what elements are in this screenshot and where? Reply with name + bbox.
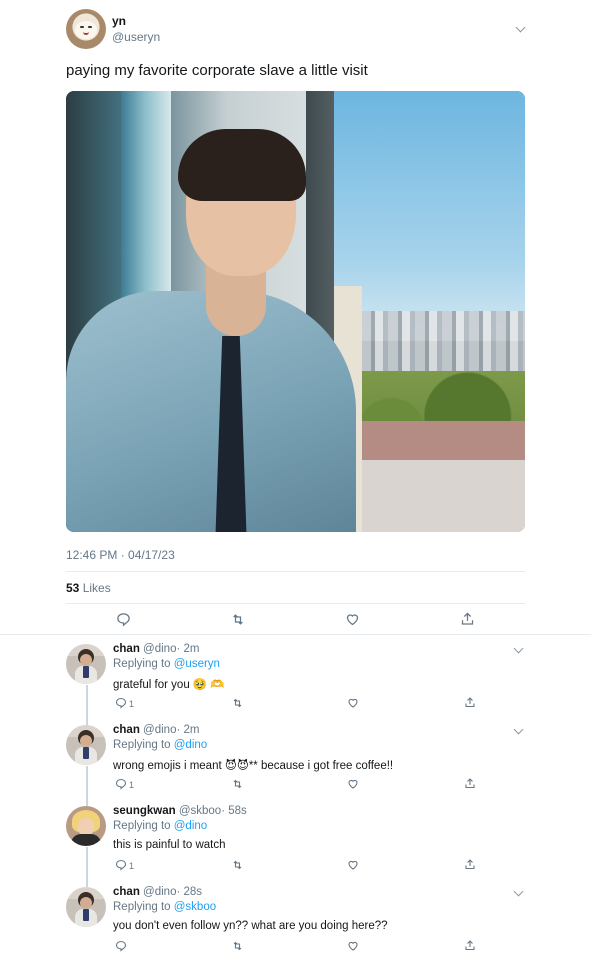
author-name[interactable]: chan bbox=[113, 643, 140, 655]
avatar[interactable] bbox=[66, 725, 106, 765]
share-icon[interactable] bbox=[464, 858, 476, 871]
avatar[interactable] bbox=[66, 806, 106, 846]
chevron-down-icon[interactable] bbox=[513, 886, 524, 897]
like-icon[interactable] bbox=[345, 612, 360, 627]
likes-number: 53 bbox=[66, 581, 80, 595]
replying-to: Replying to @dino bbox=[113, 739, 207, 751]
author-handle[interactable]: @dino bbox=[143, 886, 176, 898]
chevron-down-icon[interactable] bbox=[513, 724, 524, 735]
avatar[interactable] bbox=[66, 887, 106, 927]
thread-line bbox=[86, 847, 88, 887]
replying-prefix: Replying to bbox=[113, 739, 171, 751]
author-name[interactable]: chan bbox=[113, 886, 140, 898]
reply-icon[interactable] bbox=[115, 697, 127, 709]
likes-label: Likes bbox=[82, 581, 111, 595]
share-icon[interactable] bbox=[464, 939, 476, 952]
replying-link[interactable]: @useryn bbox=[174, 658, 220, 670]
replying-link[interactable]: @dino bbox=[174, 820, 207, 832]
replying-prefix: Replying to bbox=[113, 901, 171, 913]
avatar[interactable] bbox=[66, 9, 106, 49]
reply-header: seungkwan @skboo· 58s bbox=[113, 805, 247, 817]
tweet-text: paying my favorite corporate slave a lit… bbox=[66, 62, 368, 79]
author-handle[interactable]: @skboo bbox=[179, 805, 221, 817]
reply-time[interactable]: · 2m bbox=[176, 643, 199, 655]
replying-to: Replying to @dino bbox=[113, 820, 207, 832]
share-icon[interactable] bbox=[464, 777, 476, 790]
reply-time[interactable]: · 28s bbox=[176, 886, 202, 898]
author-handle[interactable]: @useryn bbox=[112, 30, 160, 44]
section-divider bbox=[0, 634, 591, 635]
replying-link[interactable]: @dino bbox=[174, 739, 207, 751]
divider bbox=[66, 603, 525, 604]
retweet-icon[interactable] bbox=[231, 778, 244, 790]
share-icon[interactable] bbox=[464, 696, 476, 709]
reply-header: chan @dino· 2m bbox=[113, 724, 199, 736]
replying-to: Replying to @useryn bbox=[113, 658, 220, 670]
reply-icon[interactable] bbox=[115, 859, 127, 871]
reply-time[interactable]: · 58s bbox=[221, 805, 247, 817]
reply-header: chan @dino· 2m bbox=[113, 643, 199, 655]
like-icon[interactable] bbox=[347, 859, 359, 871]
like-icon[interactable] bbox=[347, 940, 359, 952]
author-handle[interactable]: @dino bbox=[143, 643, 176, 655]
replying-to: Replying to @skboo bbox=[113, 901, 216, 913]
chevron-down-icon[interactable] bbox=[515, 22, 526, 33]
tweet-photo[interactable] bbox=[66, 91, 525, 532]
reply-icon[interactable] bbox=[115, 940, 127, 952]
reply-text: you don't even follow yn?? what are you … bbox=[113, 920, 388, 932]
author-name[interactable]: seungkwan bbox=[113, 805, 176, 817]
reply-icon[interactable] bbox=[116, 612, 131, 627]
retweet-icon[interactable] bbox=[230, 612, 246, 627]
thread-line bbox=[86, 766, 88, 806]
replying-prefix: Replying to bbox=[113, 820, 171, 832]
divider bbox=[66, 571, 525, 572]
author-name[interactable]: chan bbox=[113, 724, 140, 736]
reply-time[interactable]: · 2m bbox=[176, 724, 199, 736]
reply-text: wrong emojis i meant 😈😈** because i got … bbox=[113, 760, 394, 772]
replying-prefix: Replying to bbox=[113, 658, 171, 670]
reply-count: 1 bbox=[129, 699, 135, 709]
reply-icon[interactable] bbox=[115, 778, 127, 790]
reply-header: chan @dino· 28s bbox=[113, 886, 202, 898]
reply-count: 1 bbox=[129, 861, 135, 871]
likes-count[interactable]: 53 Likes bbox=[66, 581, 111, 595]
retweet-icon[interactable] bbox=[231, 697, 244, 709]
tweet-timestamp[interactable]: 12:46 PM · 04/17/23 bbox=[66, 548, 175, 562]
like-icon[interactable] bbox=[347, 778, 359, 790]
like-icon[interactable] bbox=[347, 697, 359, 709]
author-handle[interactable]: @dino bbox=[143, 724, 176, 736]
replying-link[interactable]: @skboo bbox=[174, 901, 216, 913]
thread-line bbox=[86, 685, 88, 725]
retweet-icon[interactable] bbox=[231, 859, 244, 871]
avatar[interactable] bbox=[66, 644, 106, 684]
author-name[interactable]: yn bbox=[112, 14, 126, 28]
share-icon[interactable] bbox=[460, 611, 475, 627]
retweet-icon[interactable] bbox=[231, 940, 244, 952]
reply-text: this is painful to watch bbox=[113, 839, 226, 851]
reply-text: grateful for you 🥹 🫶 bbox=[113, 679, 225, 691]
chevron-down-icon[interactable] bbox=[513, 643, 524, 654]
reply-count: 1 bbox=[129, 780, 135, 790]
